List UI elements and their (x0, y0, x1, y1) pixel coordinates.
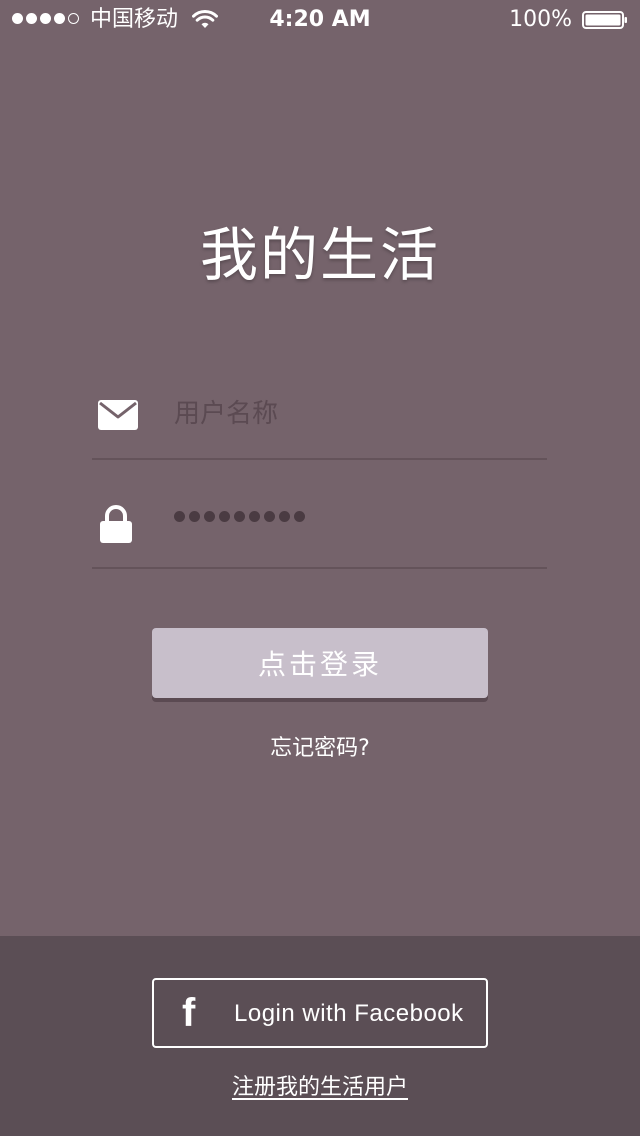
envelope-icon (98, 400, 138, 430)
password-mask-dot (279, 511, 290, 522)
bottom-panel: f Login with Facebook 注册我的生活用户 (0, 936, 640, 1136)
battery-percentage: 100% (509, 7, 572, 32)
password-mask-dot (234, 511, 245, 522)
password-mask-dot (204, 511, 215, 522)
username-input[interactable] (174, 390, 534, 438)
password-mask-dot (174, 511, 185, 522)
app-title: 我的生活 (199, 221, 440, 289)
password-mask-dot (189, 511, 200, 522)
forgot-password-link[interactable]: 忘记密码? (0, 734, 640, 764)
password-mask-dot (294, 511, 305, 522)
lock-icon (100, 505, 132, 543)
username-field (92, 368, 547, 460)
status-bar: 中国移动 4:20 AM 100% (0, 0, 640, 40)
password-input[interactable] (174, 511, 305, 522)
password-mask-dot (219, 511, 230, 522)
battery-icon (582, 11, 627, 29)
password-field (92, 477, 547, 569)
register-container: 注册我的生活用户 (0, 1072, 640, 1104)
password-mask-dot (249, 511, 260, 522)
facebook-login-label: Login with Facebook (234, 1000, 464, 1027)
register-link[interactable]: 注册我的生活用户 (232, 1075, 408, 1100)
password-mask-dot (264, 511, 275, 522)
facebook-icon: f (182, 991, 196, 1035)
login-button[interactable]: 点击登录 (152, 628, 488, 698)
facebook-login-button[interactable]: f Login with Facebook (152, 978, 488, 1048)
